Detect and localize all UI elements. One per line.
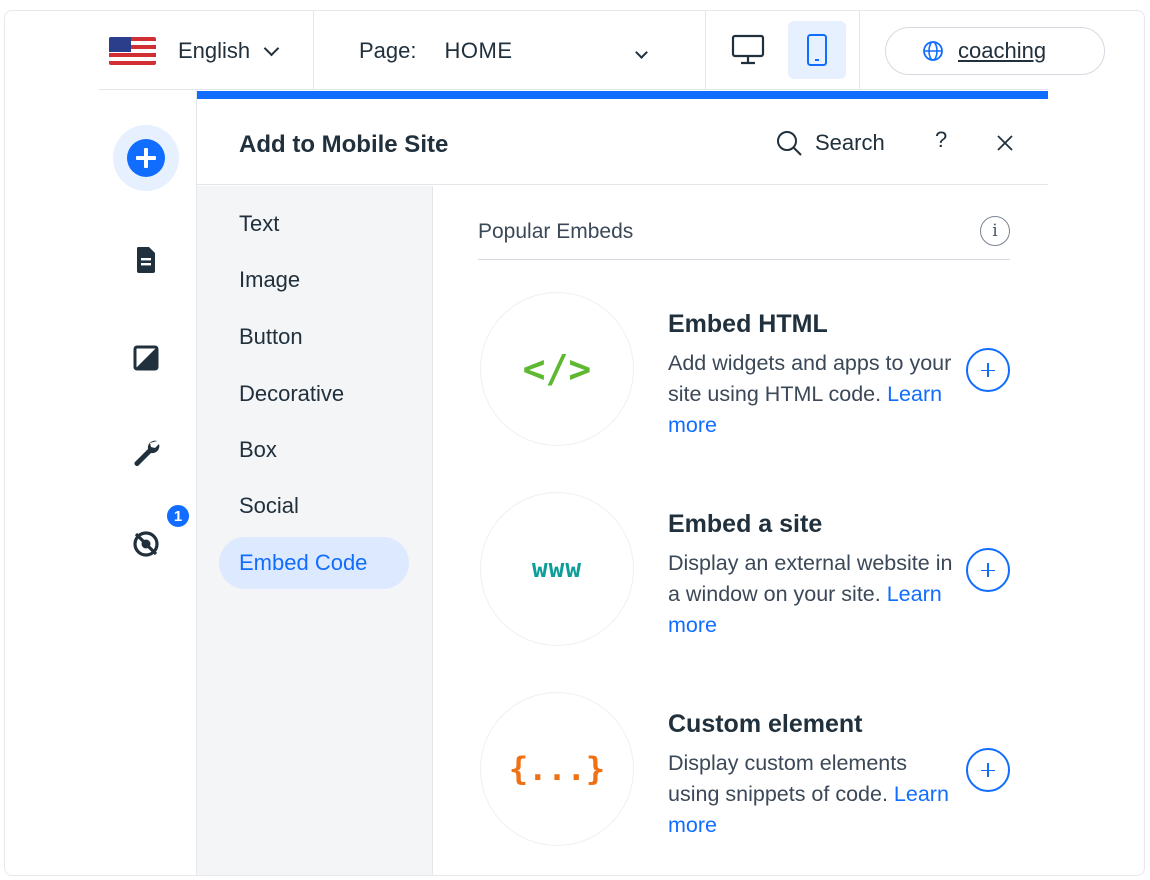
- search-icon: [777, 131, 802, 156]
- add-embed-site-button[interactable]: [966, 548, 1010, 592]
- add-embed-html-button[interactable]: [966, 348, 1010, 392]
- curly-braces-icon: {...}: [508, 750, 606, 788]
- plus-icon: [127, 139, 165, 177]
- embed-title: Custom element: [668, 710, 863, 738]
- info-icon[interactable]: i: [980, 216, 1010, 246]
- language-label: English: [178, 38, 251, 63]
- custom-element-thumbnail: {...}: [480, 692, 634, 846]
- category-decorative[interactable]: Decorative: [219, 368, 344, 420]
- left-toolbar: 1: [99, 91, 197, 875]
- custom-element-item[interactable]: {...} Custom element Display custom elem…: [478, 692, 1018, 852]
- embed-html-thumbnail: </>: [480, 292, 634, 446]
- site-url-text: coaching: [958, 38, 1047, 63]
- embed-description-text: Display custom elements using snippets o…: [668, 751, 907, 806]
- panel-title: Add to Mobile Site: [239, 131, 449, 158]
- us-flag-icon: [109, 37, 156, 65]
- embed-description: Add widgets and apps to your site using …: [668, 348, 958, 441]
- notification-badge: 1: [165, 503, 191, 529]
- page-icon: [137, 247, 155, 273]
- section-header: Popular Embeds i: [478, 216, 1010, 260]
- divider: [313, 11, 314, 90]
- category-list: Text Image Button Decorative Box Social …: [197, 186, 433, 875]
- category-social[interactable]: Social: [219, 480, 299, 532]
- panel-header: Add to Mobile Site Search ?: [197, 99, 1048, 185]
- site-url-link[interactable]: coaching: [885, 27, 1105, 75]
- chevron-down-icon: [635, 46, 648, 59]
- add-panel: Add to Mobile Site Search ? Text Image B…: [197, 91, 1048, 875]
- panel-accent-bar: [197, 91, 1048, 99]
- close-button[interactable]: [992, 127, 1018, 157]
- mobile-icon: [807, 34, 827, 66]
- hidden-eye-icon: [133, 531, 159, 557]
- page-prefix-label: Page:: [359, 38, 417, 63]
- page-selector[interactable]: Page: HOME: [359, 35, 659, 67]
- add-custom-element-button[interactable]: [966, 748, 1010, 792]
- help-button[interactable]: ?: [935, 127, 947, 153]
- mobile-view-button[interactable]: [788, 21, 846, 79]
- divider: [859, 11, 860, 90]
- code-brackets-icon: </>: [522, 347, 592, 391]
- chevron-down-icon: [263, 40, 280, 56]
- theme-icon: [133, 345, 159, 371]
- tools-button[interactable]: [113, 419, 179, 485]
- search-button[interactable]: Search: [775, 125, 885, 161]
- category-embed-code[interactable]: Embed Code: [219, 537, 409, 589]
- category-image[interactable]: Image: [219, 254, 300, 306]
- desktop-icon: [731, 34, 765, 65]
- category-content: Popular Embeds i </> Embed HTML Add widg…: [434, 186, 1048, 875]
- hidden-elements-button[interactable]: 1: [113, 503, 191, 577]
- embed-html-item[interactable]: </> Embed HTML Add widgets and apps to y…: [478, 292, 1018, 452]
- search-label: Search: [815, 130, 885, 155]
- top-bar: English Page: HOME coaching: [99, 11, 1105, 90]
- wrench-icon: [134, 440, 160, 466]
- www-icon: www: [532, 554, 582, 584]
- design-button[interactable]: [113, 325, 179, 391]
- embed-title: Embed a site: [668, 510, 823, 538]
- category-box[interactable]: Box: [219, 424, 277, 476]
- desktop-view-button[interactable]: [719, 21, 777, 79]
- embed-title: Embed HTML: [668, 310, 828, 338]
- divider: [705, 11, 706, 90]
- globe-icon: [923, 41, 943, 61]
- embed-description: Display an external website in a window …: [668, 548, 958, 641]
- page-name-label: HOME: [444, 38, 513, 63]
- category-text[interactable]: Text: [219, 198, 279, 250]
- category-button[interactable]: Button: [219, 311, 303, 363]
- language-selector[interactable]: English: [109, 35, 280, 67]
- editor-window: English Page: HOME coaching 1 Add to Mob…: [4, 10, 1145, 876]
- embed-site-thumbnail: www: [480, 492, 634, 646]
- embed-site-item[interactable]: www Embed a site Display an external web…: [478, 492, 1018, 652]
- add-elements-button[interactable]: [113, 125, 179, 191]
- pages-button[interactable]: [113, 227, 179, 293]
- embed-description: Display custom elements using snippets o…: [668, 748, 958, 841]
- section-title: Popular Embeds: [478, 220, 634, 243]
- close-icon: [997, 135, 1013, 151]
